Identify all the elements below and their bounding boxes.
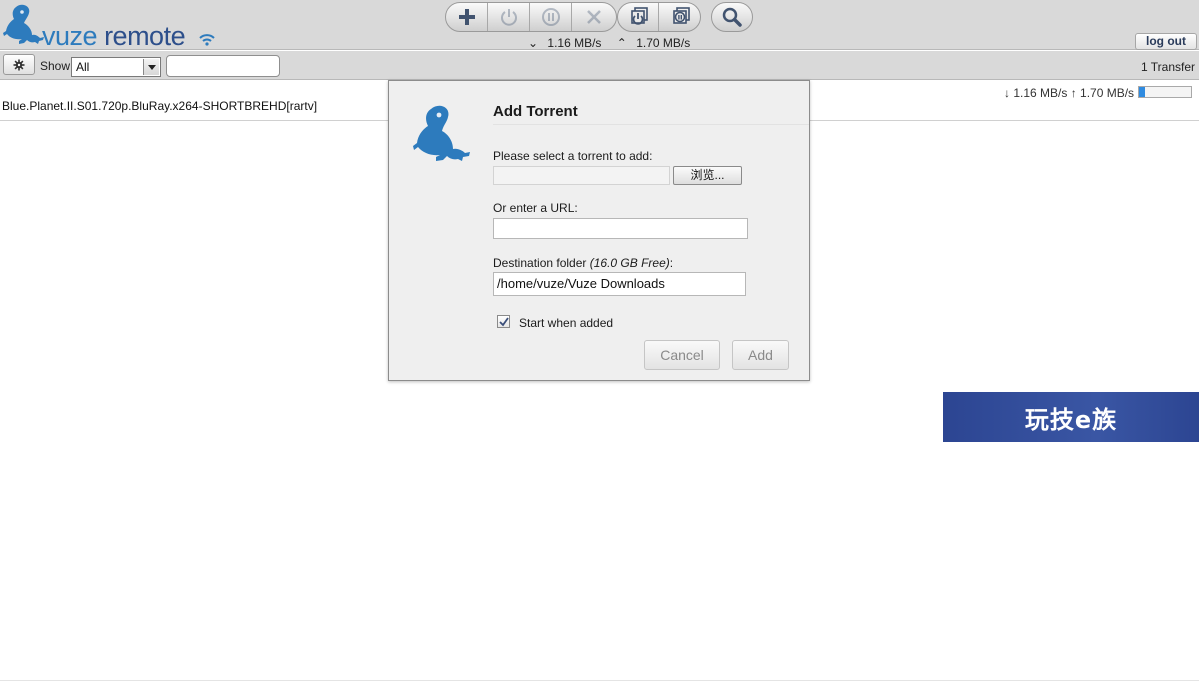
download-rate: ⌄ 1.16 MB/s [528,36,607,50]
logo-text-remote: remote [104,21,186,51]
add-torrent-button[interactable] [446,3,488,31]
global-toolbar [617,2,701,32]
chevron-up-icon: ⌃ [616,36,627,50]
add-torrent-dialog: Add Torrent Please select a torrent to a… [388,80,810,381]
pause-button[interactable] [530,3,572,31]
plus-icon [458,9,475,25]
start-when-added-label: Start when added [519,316,614,330]
wifi-icon [199,34,215,46]
filter-search-input[interactable] [166,55,280,77]
download-rate-value: 1.16 MB/s [547,36,602,50]
search-toolbar [711,2,753,32]
browse-button[interactable]: 浏览... [673,166,742,185]
start-all-button[interactable] [618,3,660,31]
torrent-progress-bar [1138,86,1192,98]
watermark-text: 玩技e族 [1024,405,1118,434]
settings-button[interactable] [3,54,35,75]
start-button[interactable] [488,3,530,31]
pause-icon [541,8,560,26]
stop-all-icon [672,7,690,24]
dropdown-arrow-icon[interactable] [143,59,159,75]
destination-label-colon: : [669,256,674,270]
url-input[interactable] [493,218,748,239]
destination-label: Destination folder (16.0 GB Free): [493,256,673,270]
add-button[interactable]: Add [732,340,789,370]
chevron-down-icon: ⌄ [528,36,539,50]
global-rates: ⌄ 1.16 MB/s ⌃ 1.70 MB/s [528,36,702,50]
show-label: Show [40,59,71,73]
select-torrent-label: Please select a torrent to add: [493,149,653,163]
show-filter-value: All [76,60,90,74]
vuze-remote-logo: vuze remote [2,3,222,51]
url-label: Or enter a URL: [493,201,578,215]
torrent-speed: ↓ 1.16 MB/s ↑ 1.70 MB/s [1004,86,1135,100]
free-space-text: (16.0 GB Free) [589,256,670,270]
upload-rate-value: 1.70 MB/s [636,36,691,50]
dialog-title: Add Torrent [493,103,578,120]
destination-folder-input[interactable]: /home/vuze/Vuze Downloads [493,272,746,296]
close-icon [587,10,601,24]
logo-text-vuze: vuze [42,21,98,51]
search-button[interactable] [712,3,752,31]
start-all-icon [631,7,648,25]
start-when-added-checkbox[interactable] [497,315,510,328]
transfer-count: 1 Transfer [1140,60,1195,74]
dialog-divider [493,124,809,125]
watermark-banner: 玩技e族 [943,392,1199,442]
destination-label-text: Destination folder [493,256,590,270]
torrent-file-path [493,166,670,185]
frog-logo-icon [413,105,470,161]
filter-bar: Show All 1 Transfer [0,51,1199,80]
power-icon [500,9,517,26]
cancel-button[interactable]: Cancel [644,340,720,370]
frog-logo-icon [3,4,44,44]
gear-icon [13,59,25,70]
logo-text: vuze remote [42,21,186,51]
torrent-toolbar [445,2,617,32]
search-icon [722,7,742,27]
remove-button[interactable] [572,3,616,31]
logout-button[interactable]: log out [1135,33,1197,50]
upload-rate: ⌃ 1.70 MB/s [617,36,696,50]
checkmark-icon [498,316,509,326]
torrent-name: Blue.Planet.II.S01.720p.BluRay.x264-SHOR… [2,99,318,113]
footer-divider [0,680,1199,681]
app-header: vuze remote ⌄ 1.16 MB/s ⌃ 1.70 MB/s log … [0,0,1199,50]
show-filter-select[interactable]: All [71,57,161,77]
torrent-progress-fill [1139,87,1146,97]
stop-all-button[interactable] [659,3,700,31]
